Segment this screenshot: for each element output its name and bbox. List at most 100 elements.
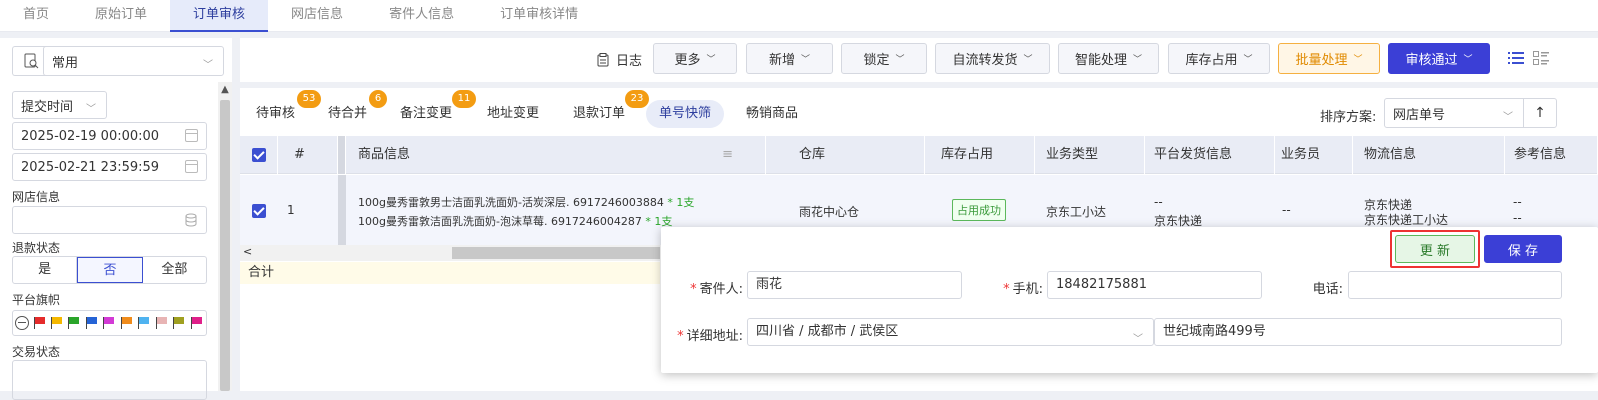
filter-scheme-value: 常用 bbox=[52, 55, 79, 71]
status-tab-pending-merge[interactable]: 待合并 6 bbox=[315, 90, 387, 128]
chevron-down-icon: ﹀ bbox=[1463, 55, 1473, 65]
tab-order-review[interactable]: 订单审核 bbox=[170, 0, 269, 32]
top-nav: 首页 原始订单 订单审核 网店信息 寄件人信息 订单审核详情 bbox=[0, 0, 1598, 32]
date-start-field[interactable]: 2025-02-19 00:00:00 bbox=[12, 122, 207, 150]
flag-icon[interactable] bbox=[119, 315, 134, 331]
batch-process-button[interactable]: 批量处理 ﹀ bbox=[1278, 43, 1380, 74]
batch-process-label: 批量处理 bbox=[1295, 53, 1348, 68]
header-platform-ship: 平台发货信息 bbox=[1145, 136, 1275, 174]
drag-handle-icon[interactable]: ≡ bbox=[722, 136, 733, 174]
tab-order-review-detail[interactable]: 订单审核详情 bbox=[477, 0, 601, 32]
database-icon bbox=[185, 213, 197, 227]
flag-selector bbox=[12, 310, 207, 336]
update-button[interactable]: 更 新 bbox=[1395, 235, 1475, 263]
flag-icon[interactable] bbox=[66, 315, 81, 331]
flag-icon[interactable] bbox=[49, 315, 64, 331]
refund-option-all[interactable]: 全部 bbox=[143, 257, 206, 283]
no-flag-icon[interactable] bbox=[15, 316, 29, 330]
status-tab-note-change[interactable]: 备注变更 11 bbox=[387, 90, 476, 128]
tab-original-orders[interactable]: 原始订单 bbox=[72, 0, 170, 32]
save-button[interactable]: 保 存 bbox=[1484, 235, 1562, 263]
row-checkbox[interactable] bbox=[252, 204, 266, 218]
scroll-left-arrow-icon[interactable]: < bbox=[243, 245, 252, 258]
left-scroll-thumb[interactable] bbox=[220, 100, 230, 391]
approve-label: 审核通过 bbox=[1405, 53, 1458, 68]
table-hscrollbar[interactable]: < bbox=[240, 245, 660, 261]
tab-shop-info[interactable]: 网店信息 bbox=[268, 0, 366, 32]
list-view-icon[interactable] bbox=[1508, 51, 1524, 65]
shop-input[interactable] bbox=[12, 206, 207, 234]
trade-status-input[interactable] bbox=[12, 360, 207, 400]
card-view-icon[interactable] bbox=[1533, 51, 1549, 65]
chevron-down-icon: ﹀ bbox=[1353, 55, 1363, 65]
count-badge: 23 bbox=[625, 90, 649, 108]
region-value: 四川省 / 成都市 / 武侯区 bbox=[756, 324, 899, 339]
smart-process-button[interactable]: 智能处理 ﹀ bbox=[1058, 43, 1159, 74]
auto-ship-label: 自流转发货 bbox=[952, 53, 1018, 68]
hscroll-thumb[interactable] bbox=[452, 247, 660, 259]
stock-occupy-button[interactable]: 库存占用 ﹀ bbox=[1168, 43, 1270, 74]
product-line-2: 100g曼秀雷敦洁面乳洗面奶-泡沫草莓. 6917246004287 * 1支 bbox=[358, 215, 673, 228]
chevron-down-icon: ﹀ bbox=[1503, 112, 1513, 123]
refund-segmented: 是 否 全部 bbox=[12, 256, 207, 284]
save-label: 保 存 bbox=[1507, 243, 1539, 259]
sender-input[interactable]: 雨花 bbox=[747, 271, 962, 299]
header-biz-type: 业务类型 bbox=[1035, 136, 1145, 174]
mobile-input[interactable]: 18482175881 bbox=[1047, 271, 1262, 299]
chevron-down-icon: ﹀ bbox=[1133, 55, 1143, 65]
log-label: 日志 bbox=[616, 54, 643, 69]
sender-edit-popup: 更 新 保 存 * 寄件人: 雨花 * 手机: 18482175881 电话: * 详… bbox=[661, 227, 1598, 373]
calendar-icon bbox=[185, 129, 198, 142]
column-divider bbox=[338, 136, 346, 174]
time-type-select[interactable]: 提交时间 ﹀ bbox=[12, 91, 107, 119]
status-tab-label: 退款订单 bbox=[573, 106, 626, 121]
refund-option-yes[interactable]: 是 bbox=[13, 257, 78, 283]
status-tab-bestsellers[interactable]: 畅销商品 bbox=[733, 100, 811, 128]
chevron-down-icon: ﹀ bbox=[706, 55, 716, 65]
platform-ship-line-1: -- bbox=[1154, 195, 1163, 209]
flag-icon[interactable] bbox=[171, 315, 186, 331]
flag-icon[interactable] bbox=[101, 315, 116, 331]
chevron-down-icon: ﹀ bbox=[203, 60, 213, 71]
phone-input[interactable] bbox=[1348, 271, 1562, 299]
scroll-up-arrow-icon[interactable]: ▲ bbox=[218, 82, 232, 98]
more-button[interactable]: 更多 ﹀ bbox=[653, 43, 737, 74]
add-button[interactable]: 新增 ﹀ bbox=[746, 43, 833, 74]
status-tab-tracking-filter[interactable]: 单号快筛 bbox=[646, 100, 725, 128]
tab-home[interactable]: 首页 bbox=[0, 0, 72, 32]
region-cascader[interactable]: 四川省 / 成都市 / 武侯区 ﹀ bbox=[747, 318, 1154, 346]
status-tab-address-change[interactable]: 地址变更 bbox=[474, 100, 552, 128]
filter-scheme-select[interactable]: 常用 ﹀ bbox=[43, 46, 224, 76]
reference-line-1: -- bbox=[1513, 195, 1522, 209]
chevron-down-icon: ﹀ bbox=[895, 55, 905, 65]
street-address-input[interactable]: 世纪城南路499号 bbox=[1154, 318, 1562, 346]
select-all-checkbox[interactable] bbox=[252, 148, 266, 162]
flag-icon[interactable] bbox=[189, 315, 204, 331]
sort-select[interactable]: 网店单号 ﹀ bbox=[1384, 98, 1524, 128]
tab-sender-info[interactable]: 寄件人信息 bbox=[366, 0, 477, 32]
more-label: 更多 bbox=[674, 53, 701, 68]
flag-icon[interactable] bbox=[32, 315, 47, 331]
approve-button[interactable]: 审核通过 ﹀ bbox=[1388, 43, 1490, 74]
flag-icon[interactable] bbox=[84, 315, 99, 331]
flag-label: 平台旗帜 bbox=[12, 293, 61, 307]
left-scrollbar[interactable]: ▲ bbox=[218, 82, 232, 391]
status-tab-pending-review[interactable]: 待审核 53 bbox=[243, 90, 321, 128]
status-tab-refund-orders[interactable]: 退款订单 23 bbox=[560, 90, 649, 128]
auto-ship-button[interactable]: 自流转发货 ﹀ bbox=[935, 43, 1050, 74]
date-end-field[interactable]: 2025-02-21 23:59:59 bbox=[12, 153, 207, 181]
lock-label: 锁定 bbox=[863, 53, 890, 68]
status-tab-label: 待合并 bbox=[328, 106, 368, 121]
lock-button[interactable]: 锁定 ﹀ bbox=[841, 43, 927, 74]
header-select-all[interactable] bbox=[240, 136, 278, 174]
header-stock: 库存占用 bbox=[925, 136, 1035, 174]
toolbar: 日志 更多 ﹀ 新增 ﹀ 锁定 ﹀ 自流转发货 ﹀ 智能处理 ﹀ 库存占用 ﹀ 批量处理 ﹀ … bbox=[240, 38, 1598, 82]
add-label: 新增 bbox=[768, 53, 795, 68]
flag-icon[interactable] bbox=[136, 315, 151, 331]
refund-option-no[interactable]: 否 bbox=[77, 257, 143, 283]
sort-direction-button[interactable]: ↑ bbox=[1523, 98, 1557, 128]
flag-icon[interactable] bbox=[154, 315, 169, 331]
count-badge: 11 bbox=[452, 90, 476, 108]
date-start-value: 2025-02-19 00:00:00 bbox=[21, 128, 160, 144]
log-button[interactable]: 日志 bbox=[596, 50, 642, 69]
